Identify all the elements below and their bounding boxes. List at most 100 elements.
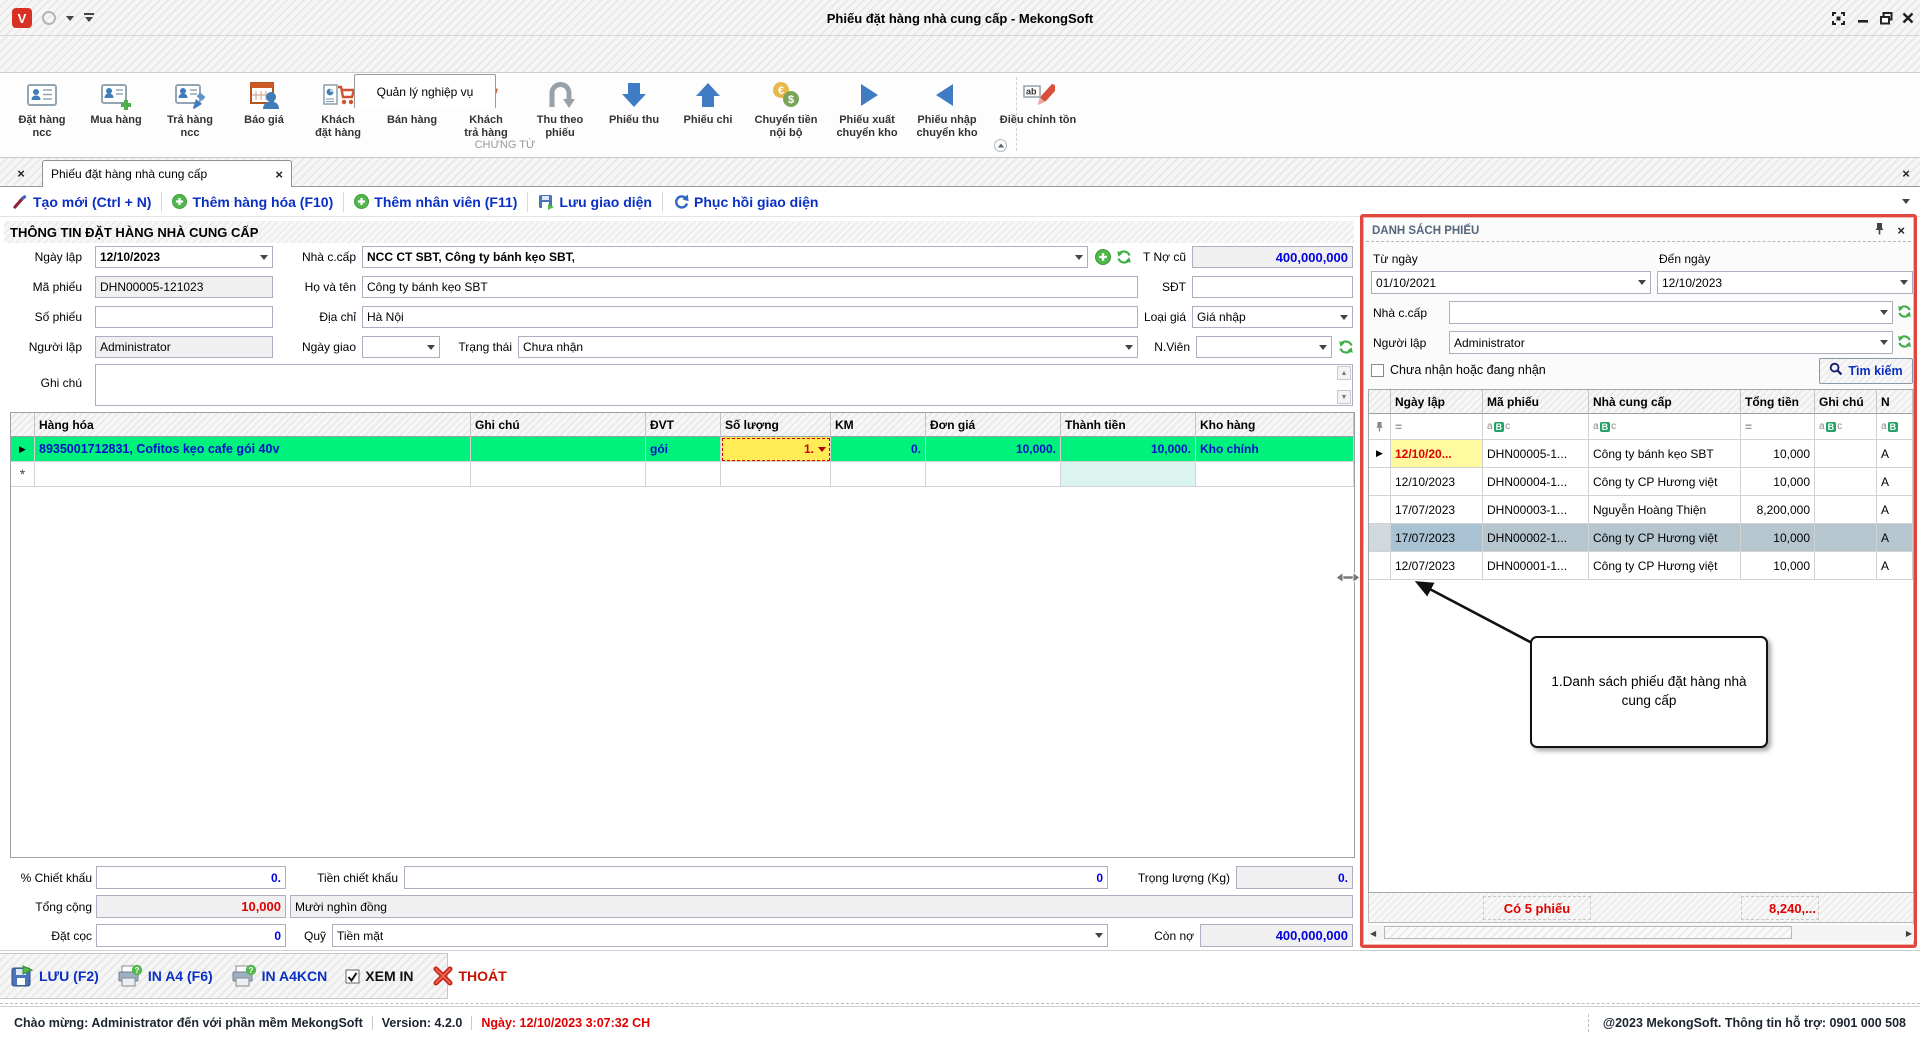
refresh-panel-creator-icon[interactable] — [1897, 334, 1912, 354]
item-unit-cell[interactable]: gói — [646, 437, 721, 462]
panel-header[interactable]: DANH SÁCH PHIẾU × — [1366, 220, 1911, 242]
unreceived-checkbox[interactable]: Chưa nhận hoặc đang nhận — [1371, 363, 1546, 377]
items-grid-new-row[interactable]: * — [11, 462, 1354, 487]
ribbon-button-phieu-xuat-chuyen-kho[interactable]: Phiếu xuấtchuyển kho — [828, 78, 906, 139]
column-header[interactable]: KM — [831, 413, 926, 437]
panel-grid-row[interactable]: ▶ 12/10/20... DHN00005-1... Công ty bánh… — [1369, 440, 1913, 468]
print-a4kcn-button[interactable]: ? IN A4KCN — [231, 964, 328, 988]
item-note-cell[interactable] — [471, 437, 646, 462]
ribbon-collapse-button[interactable] — [994, 139, 1007, 152]
minimize-button[interactable] — [1853, 9, 1873, 27]
ghi-chu-scroll-down-icon[interactable]: ▼ — [1337, 390, 1351, 404]
close-all-tabs-button[interactable]: × — [8, 163, 34, 183]
ghi-chu-scroll-up-icon[interactable]: ▲ — [1337, 366, 1351, 380]
pct-discount-field[interactable]: 0. — [96, 866, 286, 889]
order-supplier-cell[interactable]: Công ty CP Hương việt — [1589, 552, 1741, 580]
ribbon-button-bao-gia[interactable]: Báo giá — [228, 78, 300, 127]
sdt-field[interactable] — [1192, 276, 1353, 298]
new-row-cell[interactable] — [35, 462, 471, 487]
order-total-cell[interactable]: 8,200,000 — [1741, 496, 1815, 524]
ribbon-button-thu-theo-phieu[interactable]: Thu theophiếu — [524, 78, 596, 139]
chevron-down-icon[interactable] — [1638, 280, 1646, 285]
panel-grid-row[interactable]: 17/07/2023 DHN00003-1... Nguyễn Hoàng Th… — [1369, 496, 1913, 524]
ribbon-button-chuyen-tien-noi-bo[interactable]: €$ Chuyển tiềnnội bộ — [746, 78, 826, 139]
column-header[interactable]: Ghi chú — [471, 413, 646, 437]
save-layout-button[interactable]: Lưu giao diện — [538, 194, 652, 210]
order-date-cell[interactable]: 12/10/20... — [1391, 440, 1483, 468]
column-header[interactable]: Hàng hóa — [35, 413, 471, 437]
item-price-cell[interactable]: 10,000. — [926, 437, 1061, 462]
chevron-down-icon[interactable] — [1880, 340, 1888, 345]
panel-grid-row[interactable]: 12/10/2023 DHN00004-1... Công ty CP Hươn… — [1369, 468, 1913, 496]
scroll-thumb[interactable] — [1384, 926, 1792, 939]
quick-access-caret-icon[interactable] — [66, 16, 74, 21]
column-header[interactable]: Số lượng — [721, 413, 831, 437]
refresh-supplier-icon[interactable] — [1116, 249, 1132, 270]
fund-field[interactable]: Tiền mặt — [332, 924, 1108, 947]
chevron-down-icon[interactable] — [427, 345, 435, 350]
close-window-button[interactable] — [1898, 9, 1918, 27]
order-creator-cell[interactable]: A — [1877, 552, 1913, 580]
item-qty-cell[interactable]: 1. — [721, 437, 831, 462]
checkbox-unchecked-icon[interactable] — [1371, 364, 1384, 377]
order-supplier-cell[interactable]: Công ty CP Hương việt — [1589, 524, 1741, 552]
filter-equals-cell[interactable]: = — [1391, 414, 1483, 440]
order-supplier-cell[interactable]: Công ty CP Hương việt — [1589, 468, 1741, 496]
chevron-down-icon[interactable] — [1075, 255, 1083, 260]
order-date-cell[interactable]: 17/07/2023 — [1391, 524, 1483, 552]
new-row-cell[interactable] — [926, 462, 1061, 487]
chevron-down-icon[interactable] — [1125, 345, 1133, 350]
item-km-cell[interactable]: 0. — [831, 437, 926, 462]
order-code-cell[interactable]: DHN00005-1... — [1483, 440, 1589, 468]
ho-ten-field[interactable]: Công ty bánh kẹo SBT — [362, 276, 1138, 298]
fullscreen-button[interactable] — [1828, 9, 1848, 27]
item-name-cell[interactable]: 8935001712831, Cofitos kẹo cafe gói 40v — [35, 437, 471, 462]
exit-button[interactable]: THOÁT — [432, 965, 507, 987]
order-creator-cell[interactable]: A — [1877, 440, 1913, 468]
column-header[interactable]: N — [1877, 390, 1913, 414]
panel-grid-row-selected[interactable]: 17/07/2023 DHN00002-1... Công ty CP Hươn… — [1369, 524, 1913, 552]
den-ngay-field[interactable]: 12/10/2023 — [1657, 271, 1913, 294]
trang-thai-field[interactable]: Chưa nhận — [518, 336, 1138, 358]
filter-equals-cell[interactable]: = — [1741, 414, 1815, 440]
order-note-cell[interactable] — [1815, 524, 1877, 552]
ribbon-button-tra-hang-ncc[interactable]: Trả hàngncc — [154, 78, 226, 139]
panel-nha-cap-field[interactable] — [1449, 301, 1893, 324]
column-header[interactable]: Ngày lập — [1391, 390, 1483, 414]
order-note-cell[interactable] — [1815, 440, 1877, 468]
new-row-cell[interactable] — [721, 462, 831, 487]
column-header[interactable]: Kho hàng — [1196, 413, 1354, 437]
ribbon-button-dat-hang-ncc[interactable]: Đặt hàngncc — [6, 78, 78, 139]
order-note-cell[interactable] — [1815, 468, 1877, 496]
add-item-button[interactable]: Thêm hàng hóa (F10) — [172, 194, 333, 210]
panel-nguoi-lap-field[interactable]: Administrator — [1449, 331, 1893, 354]
column-header[interactable]: ĐVT — [646, 413, 721, 437]
order-code-cell[interactable]: DHN00002-1... — [1483, 524, 1589, 552]
ribbon-button-phieu-nhap-chuyen-kho[interactable]: Phiếu nhậpchuyển kho — [908, 78, 986, 139]
nha-cap-field[interactable]: NCC CT SBT, Công ty bánh kẹo SBT, — [362, 246, 1088, 268]
toolbar-overflow-chevron-icon[interactable] — [1902, 199, 1910, 204]
filter-abc-cell[interactable]: aBc — [1589, 414, 1741, 440]
order-code-cell[interactable]: DHN00004-1... — [1483, 468, 1589, 496]
item-amount-cell[interactable]: 10,000. — [1061, 437, 1196, 462]
filter-abc-cell[interactable]: aBc — [1815, 414, 1877, 440]
chevron-down-icon[interactable] — [1880, 310, 1888, 315]
ribbon-button-phieu-thu[interactable]: Phiếu thu — [598, 78, 670, 127]
discount-amount-field[interactable]: 0 — [404, 866, 1108, 889]
panel-hscrollbar[interactable]: ◀ ▶ — [1368, 925, 1914, 941]
order-total-cell[interactable]: 10,000 — [1741, 468, 1815, 496]
column-header[interactable]: Ghi chú — [1815, 390, 1877, 414]
checkbox-checked-icon[interactable] — [345, 969, 360, 984]
filter-abc-cell[interactable]: aB — [1877, 414, 1913, 440]
order-code-cell[interactable]: DHN00003-1... — [1483, 496, 1589, 524]
chevron-down-icon[interactable] — [1340, 315, 1348, 320]
new-row-cell[interactable] — [1196, 462, 1354, 487]
column-header[interactable]: Mã phiếu — [1483, 390, 1589, 414]
order-total-cell[interactable]: 10,000 — [1741, 440, 1815, 468]
column-header[interactable]: Thành tiền — [1061, 413, 1196, 437]
quick-access-customize-icon[interactable] — [84, 13, 94, 15]
order-total-cell[interactable]: 10,000 — [1741, 524, 1815, 552]
order-creator-cell[interactable]: A — [1877, 468, 1913, 496]
pin-icon[interactable] — [1874, 222, 1885, 240]
item-warehouse-cell[interactable]: Kho chính — [1196, 437, 1354, 462]
